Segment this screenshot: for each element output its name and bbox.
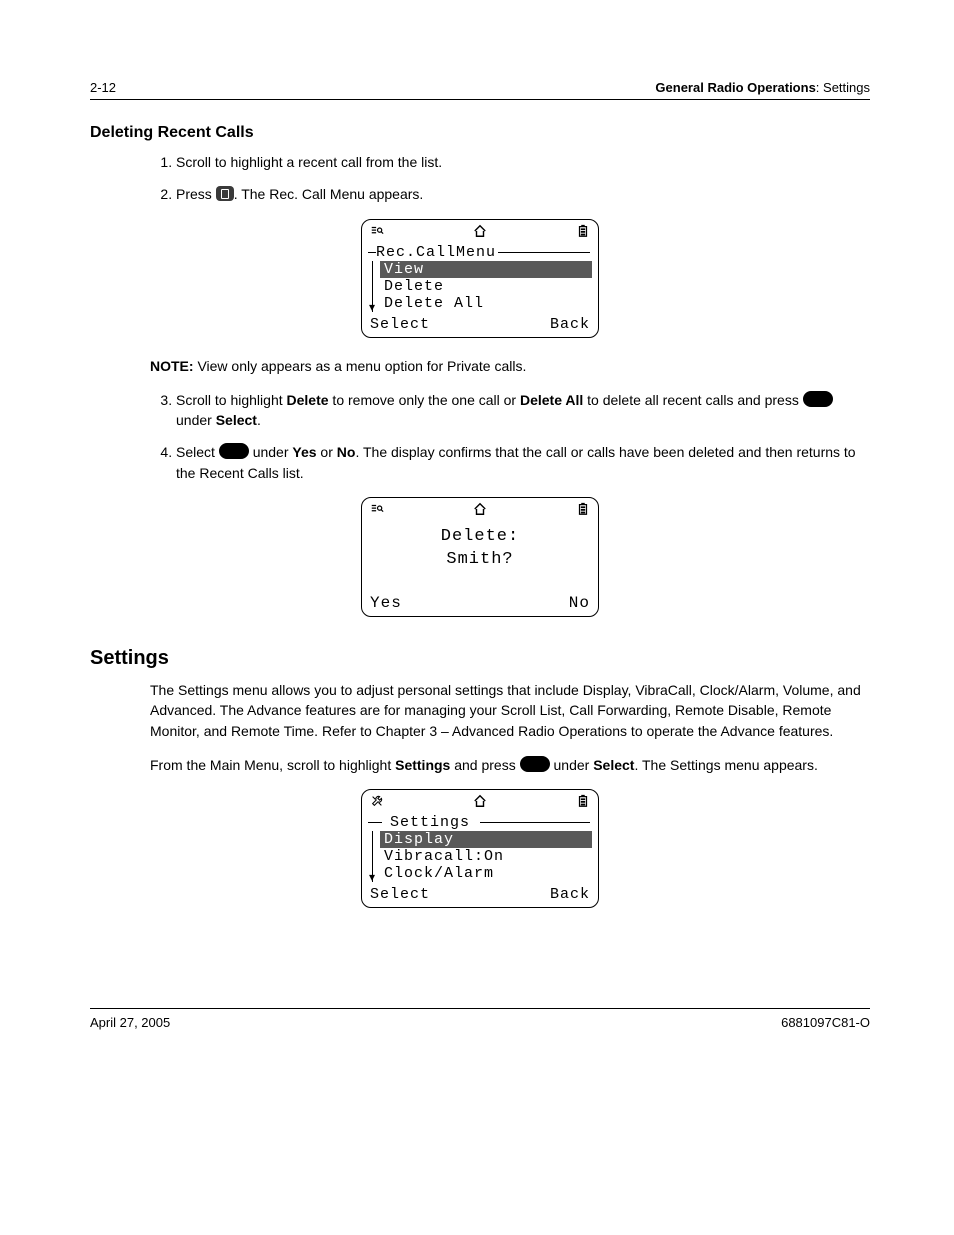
lcd2-softkeys: Yes No — [368, 594, 592, 612]
lcd1-soft-left: Select — [370, 316, 430, 333]
lcd1-softkeys: Select Back — [368, 316, 592, 333]
lcd3-item-vibracall: Vibracall:On — [380, 848, 592, 865]
step-3-c: to remove only the one call or — [329, 392, 520, 408]
step-3-h: . — [257, 412, 261, 428]
step-2-text-a: Press — [176, 186, 216, 202]
lcd1-soft-right: Back — [550, 316, 590, 333]
step-2-text-b: . The Rec. Call Menu appears. — [234, 186, 424, 202]
heading-settings: Settings — [90, 647, 870, 670]
step-4: Select under Yes or No. The display conf… — [176, 442, 870, 483]
header-section-rest: : Settings — [816, 80, 870, 95]
lcd1-item-delete-all: Delete All — [380, 295, 592, 312]
step-3: Scroll to highlight Delete to remove onl… — [176, 390, 870, 431]
lcd3-title-row: Settings — [368, 814, 592, 831]
settings-para-2: From the Main Menu, scroll to highlight … — [150, 755, 870, 775]
arrow-down-icon: ▾ — [369, 872, 375, 884]
footer-docnum: 6881097C81-O — [781, 1015, 870, 1030]
step-2: Press . The Rec. Call Menu appears. — [176, 184, 870, 204]
step-4-b: under — [249, 444, 293, 460]
lcd-status-row — [368, 224, 592, 242]
steps-list-1: Scroll to highlight a recent call from t… — [150, 152, 870, 205]
page-number: 2-12 — [90, 80, 116, 95]
step-3-d: Delete All — [520, 392, 583, 408]
lcd-rec-call-menu: Rec.CallMenu ▾ View Delete Delete All Se… — [361, 219, 599, 338]
step-4-e: No — [337, 444, 356, 460]
lcd3-soft-right: Back — [550, 886, 590, 903]
lcd-delete-confirm: Delete: Smith? Yes No — [361, 497, 599, 617]
note-label: NOTE: — [150, 358, 194, 374]
lcd1-title: Rec.CallMenu — [376, 244, 496, 261]
menu-key-icon — [216, 186, 234, 201]
step-1: Scroll to highlight a recent call from t… — [176, 152, 870, 172]
lcd3-item-display: Display — [380, 831, 592, 848]
step-3-f: under — [176, 412, 216, 428]
lcd-settings-menu: Settings ▾ Display Vibracall:On Clock/Al… — [361, 789, 599, 908]
sp2-b: Settings — [395, 757, 450, 773]
note-row: NOTE: View only appears as a menu option… — [150, 356, 870, 376]
lcd3-menu-body: ▾ Display Vibracall:On Clock/Alarm — [368, 831, 592, 882]
lcd2-line1: Delete: — [368, 526, 592, 549]
steps-list-2: Scroll to highlight Delete to remove onl… — [150, 390, 870, 483]
lcd1-menu-body: ▾ View Delete Delete All — [368, 261, 592, 312]
sp2-d: under — [550, 757, 594, 773]
lcd3-softkeys: Select Back — [368, 886, 592, 903]
home-icon — [473, 224, 487, 242]
sp2-e: Select — [593, 757, 634, 773]
signal-icon — [370, 224, 384, 242]
softkey-icon — [520, 756, 550, 772]
lcd3-item-clock: Clock/Alarm — [380, 865, 592, 882]
heading-deleting-recent-calls: Deleting Recent Calls — [90, 124, 870, 142]
page-header: 2-12 General Radio Operations: Settings — [90, 80, 870, 100]
lcd1-item-delete: Delete — [380, 278, 592, 295]
step-4-c: Yes — [292, 444, 316, 460]
lcd-status-row — [368, 794, 592, 812]
header-section-bold: General Radio Operations — [655, 80, 815, 95]
footer-date: April 27, 2005 — [90, 1015, 170, 1030]
sp2-f: . The Settings menu appears. — [634, 757, 817, 773]
step-1-text: Scroll to highlight a recent call from t… — [176, 154, 442, 170]
header-breadcrumb: General Radio Operations: Settings — [655, 80, 870, 95]
step-3-b: Delete — [287, 392, 329, 408]
lcd-title-row: Rec.CallMenu — [368, 244, 592, 261]
note-text: View only appears as a menu option for P… — [197, 358, 526, 374]
sp2-a: From the Main Menu, scroll to highlight — [150, 757, 395, 773]
battery-icon — [576, 794, 590, 812]
softkey-icon — [219, 443, 249, 459]
lcd2-soft-left: Yes — [370, 594, 402, 612]
step-4-d: or — [317, 444, 337, 460]
softkey-icon — [803, 391, 833, 407]
home-icon — [473, 502, 487, 520]
lcd2-soft-right: No — [569, 594, 590, 612]
step-4-a: Select — [176, 444, 219, 460]
lcd3-title: Settings — [390, 814, 470, 831]
home-icon — [473, 794, 487, 812]
lcd2-line2: Smith? — [368, 549, 592, 572]
sp2-c: and press — [450, 757, 519, 773]
lcd3-soft-left: Select — [370, 886, 430, 903]
battery-icon — [576, 224, 590, 242]
lcd1-item-view: View — [380, 261, 592, 278]
page-footer: April 27, 2005 6881097C81-O — [90, 1008, 870, 1030]
arrow-down-icon: ▾ — [369, 302, 375, 314]
step-3-a: Scroll to highlight — [176, 392, 287, 408]
lcd2-body: Delete: Smith? — [368, 520, 592, 590]
step-3-e: to delete all recent calls and press — [583, 392, 802, 408]
tool-icon — [370, 794, 384, 812]
lcd-status-row — [368, 502, 592, 520]
signal-icon — [370, 502, 384, 520]
battery-icon — [576, 502, 590, 520]
settings-para-1: The Settings menu allows you to adjust p… — [150, 680, 870, 741]
step-3-g: Select — [216, 412, 257, 428]
